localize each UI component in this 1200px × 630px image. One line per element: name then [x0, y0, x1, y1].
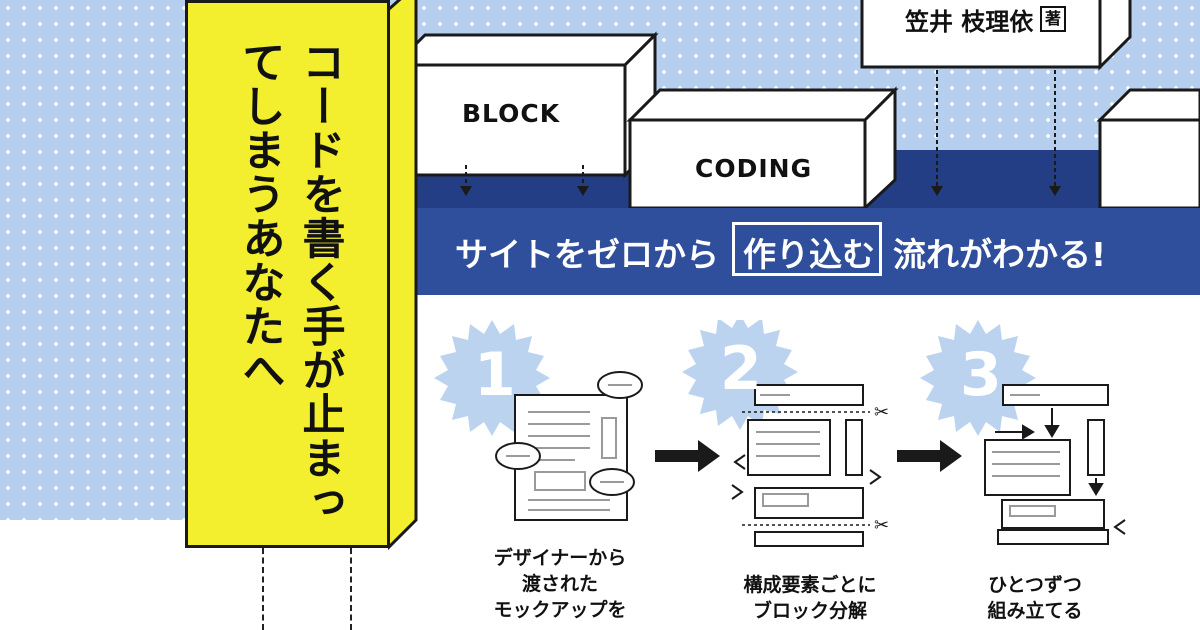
banner-text-before: サイトをゼロから [455, 235, 719, 274]
tower-side-face [388, 0, 418, 550]
step1-number: 1 [474, 340, 516, 410]
tower-dash-right [350, 548, 352, 630]
step2-caption: 構成要素ごとに ブロック分解 [730, 572, 890, 624]
author-mark: 著 [1040, 6, 1066, 32]
step3-caption-line: ひとつずつ [988, 574, 1082, 596]
step1-caption-line: モックアップを [493, 599, 627, 621]
step3-number: 3 [960, 340, 1002, 410]
tower-title: コードを書く手が止まってしまうあなたへ [235, 40, 345, 524]
step2-number: 2 [720, 334, 762, 404]
tower-dash-left [262, 548, 264, 630]
step3-caption: ひとつずつ 組み立てる [965, 572, 1105, 624]
step2-caption-line: ブロック分解 [752, 600, 867, 622]
step1-caption-line: 渡された [521, 573, 598, 595]
coding-label: CODING [695, 154, 813, 183]
steps-illustration: ✂ ✂ [434, 320, 1126, 547]
banner-text-after: 流れがわかる! [893, 235, 1107, 274]
step1-caption-line: デザイナーから [493, 547, 627, 569]
step2-caption-line: 構成要素ごとに [743, 574, 877, 596]
banner-text-boxed: 作り込む [743, 235, 875, 274]
step1-caption: デザイナーから 渡された モックアップを [480, 545, 640, 623]
svg-text:✂: ✂ [874, 515, 889, 536]
svg-text:✂: ✂ [874, 402, 889, 423]
author-name: 笠井 枝理依 [905, 8, 1034, 36]
block-label: BLOCK [462, 99, 561, 128]
step3-caption-line: 組み立てる [987, 600, 1083, 622]
